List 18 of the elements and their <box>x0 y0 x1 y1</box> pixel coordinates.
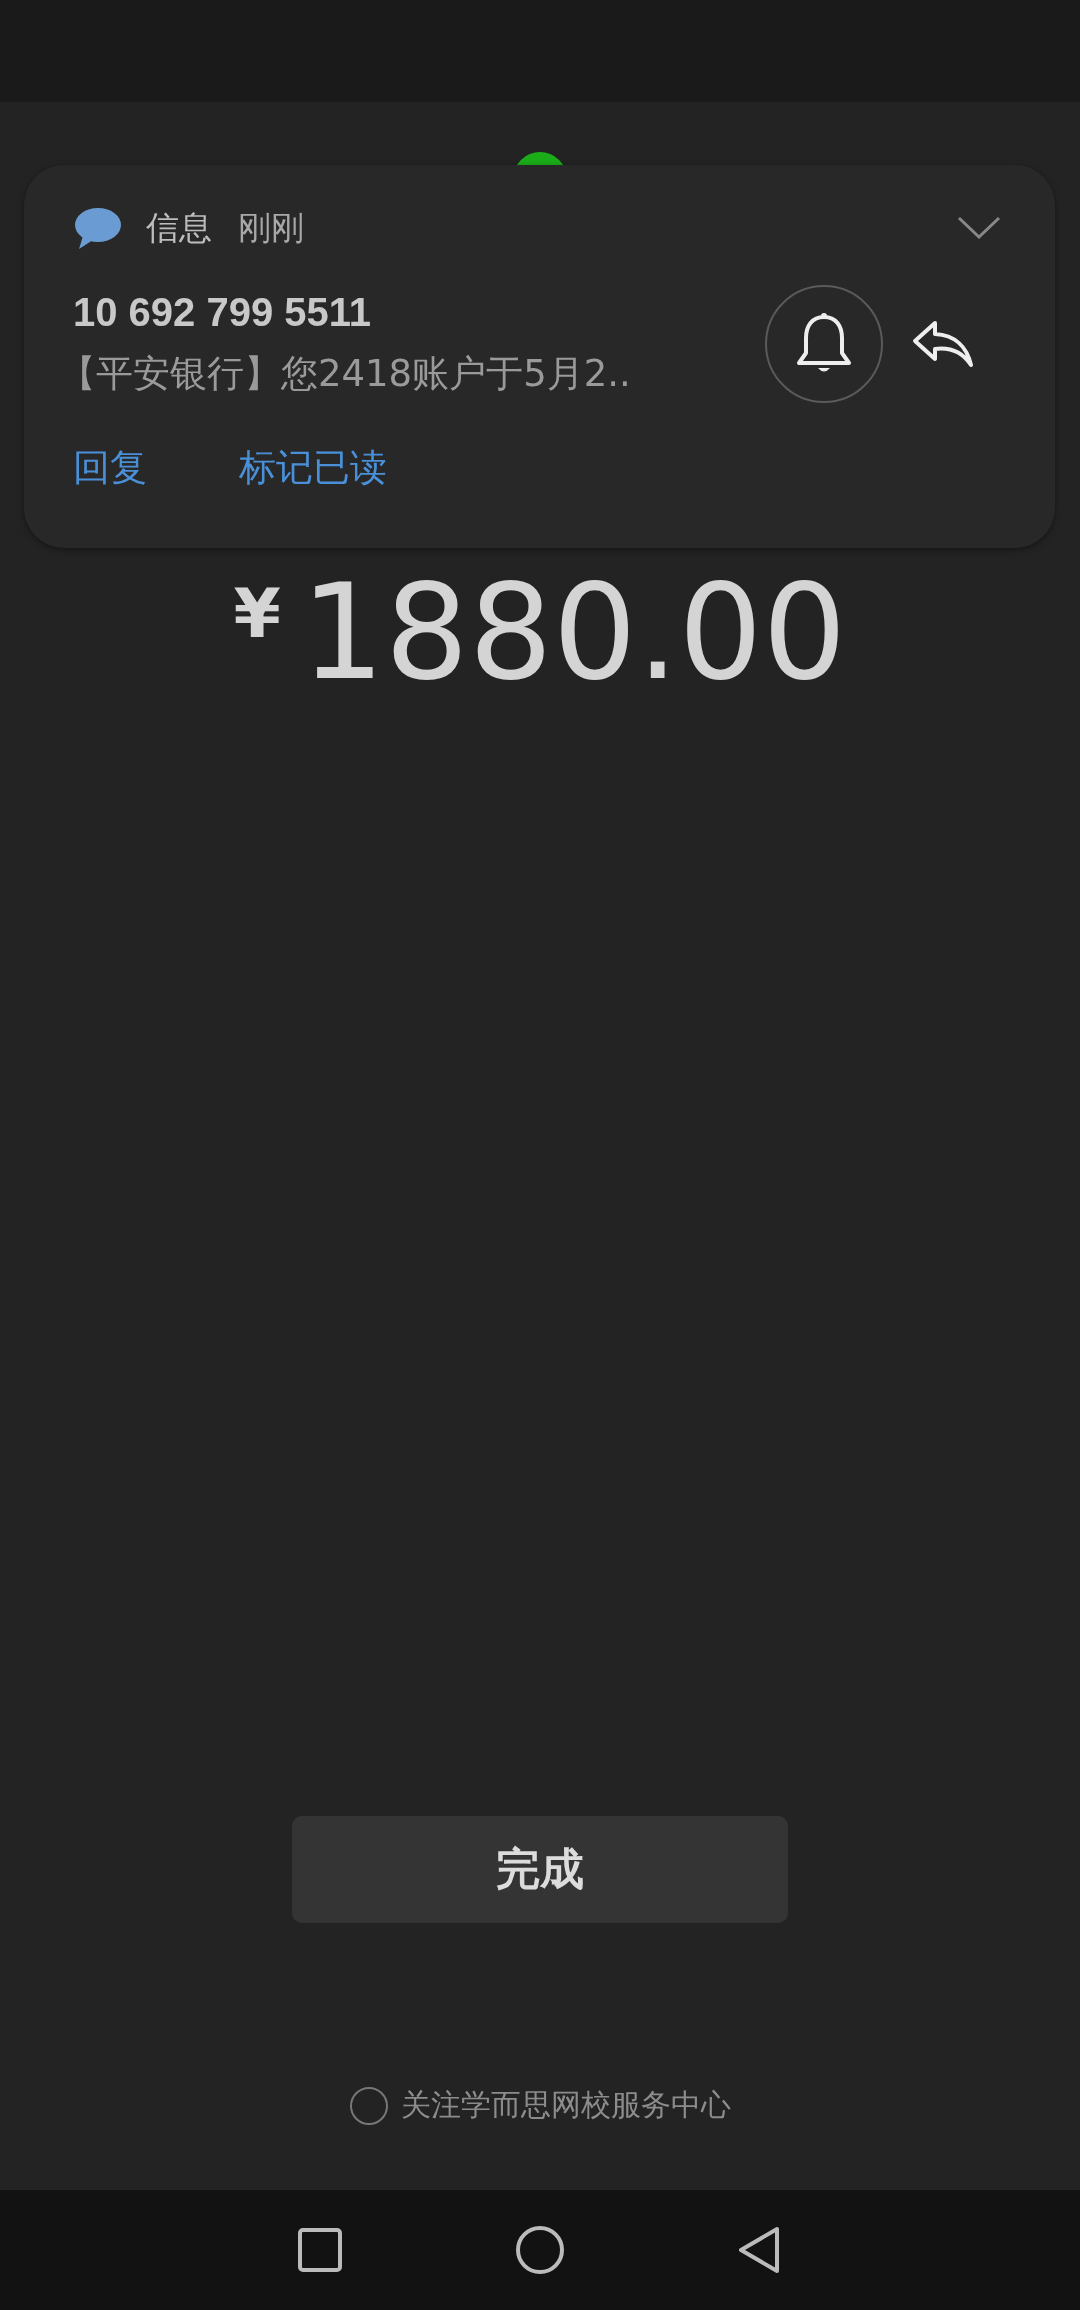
payment-amount: 1880.00 <box>300 566 847 698</box>
chat-bubble-icon <box>73 206 121 250</box>
notification-action[interactable]: 回复 <box>73 443 147 493</box>
message-preview: 【平安银行】您2418账户于5月2.. <box>59 350 632 397</box>
follow-label: 关注学而思网校服务中心 <box>401 2086 731 2124</box>
notification-action[interactable]: 标记已读 <box>239 443 387 493</box>
home-icon[interactable] <box>515 2225 565 2275</box>
notification-time: 刚刚 <box>238 206 304 249</box>
currency-symbol: ¥ <box>233 574 281 653</box>
chevron-down-icon[interactable] <box>957 215 1001 241</box>
follow-checkbox[interactable] <box>349 2085 389 2126</box>
notification-card[interactable]: 信息 刚刚 10 692 799 5511 【平安银行】您2418账户于5月2.. 回复 标记已读 <box>24 165 1055 548</box>
sender-number: 10 692 799 5511 <box>73 289 373 335</box>
done-button[interactable]: 完成 <box>292 1816 788 1923</box>
recents-icon[interactable] <box>295 2225 345 2275</box>
reply-icon[interactable] <box>911 319 975 369</box>
bell-button[interactable] <box>765 285 883 403</box>
app-name: 信息 <box>146 206 212 249</box>
